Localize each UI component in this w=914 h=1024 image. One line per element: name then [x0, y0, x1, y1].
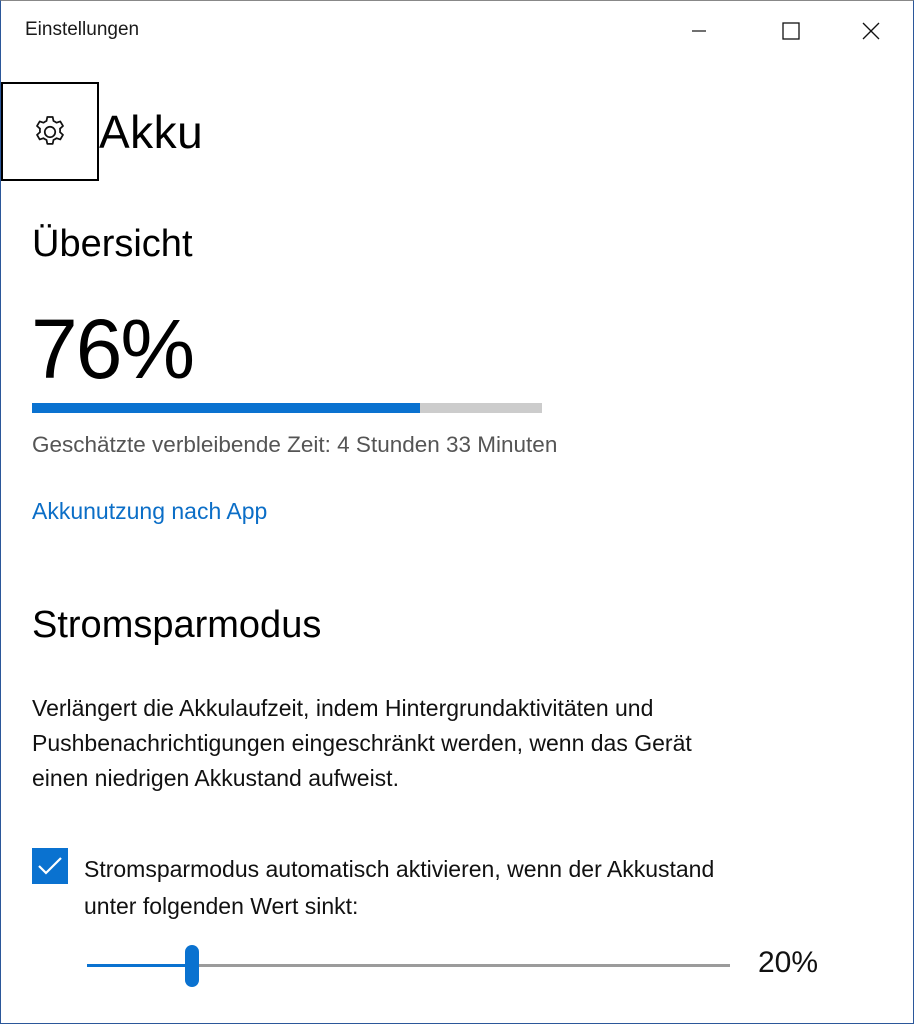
remaining-time: Geschätzte verbleibende Zeit: 4 Stunden … [32, 432, 558, 457]
battery-saver-heading: Stromsparmodus [32, 604, 322, 646]
auto-saver-checkbox[interactable] [32, 848, 68, 884]
maximize-button[interactable] [745, 1, 837, 61]
minimize-button[interactable] [653, 1, 745, 61]
checkbox-label-line: unter folgenden Wert sinkt: [84, 893, 359, 919]
description-line: einen niedrigen Akkustand aufweist. [32, 765, 399, 791]
overview-heading: Übersicht [32, 223, 193, 265]
title-bar: Einstellungen [1, 1, 913, 61]
close-button[interactable] [825, 1, 914, 61]
settings-window: Einstellungen Akku Übersicht 76% Geschät… [0, 0, 914, 1024]
close-icon [862, 22, 880, 40]
gear-icon [36, 115, 64, 145]
checkmark-icon [38, 857, 62, 875]
threshold-slider-track[interactable] [87, 964, 730, 967]
threshold-value: 20% [758, 946, 819, 979]
battery-level-bar [32, 403, 542, 413]
description-line: Verlängert die Akkulaufzeit, indem Hinte… [32, 695, 654, 721]
page-title: Akku [99, 106, 204, 158]
battery-saver-description: Verlängert die Akkulaufzeit, indem Hinte… [32, 691, 832, 796]
description-line: Pushbenachrichtigungen eingeschränkt wer… [32, 730, 692, 756]
checkbox-label-line: Stromsparmodus automatisch aktivieren, w… [84, 856, 715, 882]
auto-saver-label: Stromsparmodus automatisch aktivieren, w… [84, 851, 884, 925]
battery-percent: 76% [31, 302, 195, 396]
threshold-slider-fill [87, 964, 192, 967]
minimize-icon [692, 30, 706, 32]
window-title: Einstellungen [25, 19, 140, 40]
usage-by-app-link[interactable]: Akkunutzung nach App [32, 498, 267, 525]
threshold-slider-thumb[interactable] [185, 945, 199, 987]
battery-level-fill [32, 403, 420, 413]
home-button[interactable] [1, 82, 99, 181]
maximize-icon [782, 22, 800, 40]
